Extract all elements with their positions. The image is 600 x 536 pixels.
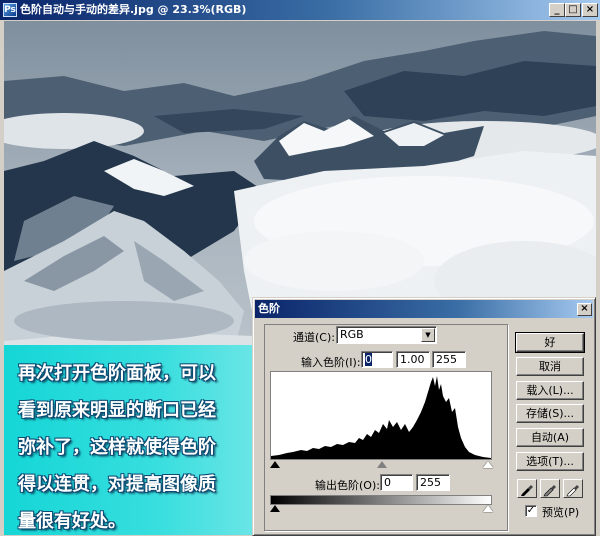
caption-line: 再次打开色阶面板，可以 [18,363,216,384]
caption-line: 看到原来明显的断口已经 [18,400,216,421]
levels-histogram [270,371,492,460]
output-black-field[interactable]: 0 [380,474,413,491]
levels-dialog-close-button[interactable]: × [577,303,592,316]
levels-dialog-title: 色阶 [258,302,280,315]
input-levels-label: 输入色阶(I): [301,356,361,369]
document-title: 色阶自动与手动的差异.jpg @ 23.3%(RGB) [20,3,247,16]
ok-button[interactable]: 好 [515,332,585,353]
caption-line: 弥补了，这样就使得色阶 [18,437,216,458]
output-black-slider[interactable] [270,505,280,512]
caption-overlay: 再次打开色阶面板，可以 看到原来明显的断口已经 弥补了，这样就使得色阶 得以连贯… [4,345,260,535]
cancel-button[interactable]: 取消 [516,357,584,376]
white-eyedropper-icon [566,485,579,497]
caption-line: 得以连贯，对提高图像质 [18,474,216,495]
channel-select-value: RGB [340,328,364,341]
photoshop-document-icon: Ps [3,3,17,17]
channel-label: 通道(C): [293,331,335,344]
output-levels-label: 输出色阶(O): [315,479,380,492]
input-black-slider[interactable] [270,461,280,468]
white-eyedropper-button[interactable] [563,479,583,498]
output-white-slider[interactable] [483,505,493,512]
input-gamma-field[interactable]: 1.00 [396,351,430,368]
caption-line: 量很有好处。 [18,511,126,532]
close-button[interactable]: × [582,3,598,17]
histogram-graph [271,376,491,459]
gray-eyedropper-button[interactable] [540,479,560,498]
output-white-field[interactable]: 255 [416,474,450,491]
input-black-value: 0 [365,353,372,366]
options-button[interactable]: 选项(T)... [516,452,584,471]
preview-label[interactable]: 预览(P) [542,504,579,520]
levels-dialog: 色阶 × 通道(C): RGB ▼ 输入色阶(I): 0 1.00 255 输出… [252,297,596,536]
input-gamma-slider[interactable] [377,461,387,468]
input-white-field[interactable]: 255 [432,351,466,368]
minimize-button[interactable]: _ [549,3,565,17]
document-titlebar[interactable]: Ps 色阶自动与手动的差异.jpg @ 23.3%(RGB) _ □ × [0,0,600,20]
load-button[interactable]: 载入(L)... [516,381,584,400]
input-white-slider[interactable] [483,461,493,468]
preview-checkbox[interactable]: ✓ [525,505,537,517]
output-gradient-bar [270,495,492,505]
maximize-button[interactable]: □ [565,3,581,17]
save-button[interactable]: 存储(S)... [516,404,584,423]
channel-select[interactable]: RGB ▼ [336,326,437,344]
black-eyedropper-button[interactable] [517,479,537,498]
dropdown-arrow-icon[interactable]: ▼ [421,328,435,342]
auto-button[interactable]: 自动(A) [516,428,584,447]
levels-dialog-titlebar[interactable]: 色阶 × [255,300,593,318]
black-eyedropper-icon [521,485,533,496]
input-black-field[interactable]: 0 [361,351,393,368]
gray-eyedropper-icon [543,485,556,497]
